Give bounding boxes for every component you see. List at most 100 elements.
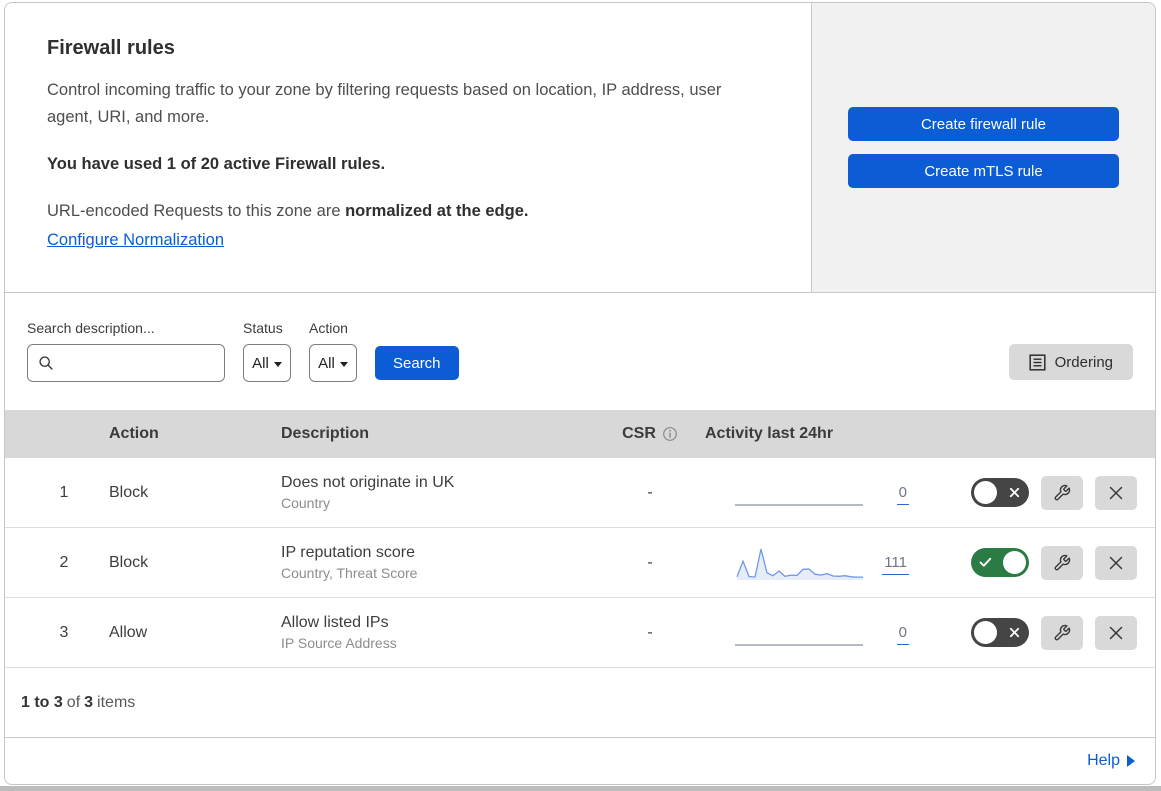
csr-header-label: CSR xyxy=(622,425,656,442)
page-description: Control incoming traffic to your zone by… xyxy=(47,81,722,126)
create-mtls-rule-button[interactable]: Create mTLS rule xyxy=(848,154,1119,188)
csr-column-header: CSR xyxy=(595,425,705,443)
search-field: Search description... xyxy=(27,320,225,382)
pagination-range: 1 to 3 xyxy=(21,693,63,711)
table-row: 3 Allow Allow listed IPs IP Source Addre… xyxy=(5,598,1155,668)
rule-description: Allow listed IPs xyxy=(281,614,389,631)
action-filter-dropdown[interactable]: All xyxy=(309,344,357,382)
pagination-summary: 1 to 3 of 3 items xyxy=(5,668,1155,738)
rule-fields: Country xyxy=(281,495,331,511)
delete-rule-button[interactable] xyxy=(1095,615,1137,650)
action-filter-field: Action All xyxy=(309,320,357,382)
rule-controls xyxy=(925,615,1155,650)
rule-activity-cell: 111 xyxy=(705,543,925,583)
pagination-items: items xyxy=(97,693,136,711)
rule-activity-cell: 0 xyxy=(705,613,925,653)
rule-number: 3 xyxy=(59,623,69,641)
rules-table: Action Description CSR Activity last 24h… xyxy=(5,410,1155,668)
activity-count-value: 111 xyxy=(882,554,909,575)
activity-column-header: Activity last 24hr xyxy=(705,425,834,442)
chevron-down-icon xyxy=(339,361,348,367)
normalization-note-text: URL-encoded Requests to this zone are xyxy=(47,202,346,220)
search-icon xyxy=(39,356,53,370)
ordering-button-label: Ordering xyxy=(1054,353,1113,371)
firewall-rules-panel: Firewall rules Control incoming traffic … xyxy=(4,2,1156,785)
activity-count-link[interactable]: 0 xyxy=(865,624,925,645)
chevron-down-icon xyxy=(273,361,282,367)
rule-description-cell: IP reputation score Country, Threat Scor… xyxy=(265,544,595,581)
filter-controls: Search description... Status All Action … xyxy=(27,320,459,382)
search-input[interactable] xyxy=(62,354,214,372)
normalization-note-bold: normalized at the edge. xyxy=(345,202,529,220)
status-filter-label: Status xyxy=(243,320,283,336)
rule-controls xyxy=(925,475,1155,510)
activity-sparkline xyxy=(735,613,865,653)
edit-rule-button[interactable] xyxy=(1041,475,1083,510)
rule-description-cell: Allow listed IPs IP Source Address xyxy=(265,614,595,651)
create-firewall-rule-button[interactable]: Create firewall rule xyxy=(848,107,1119,141)
rule-csr-value: - xyxy=(647,483,653,501)
wrench-icon xyxy=(1054,554,1071,570)
action-filter-label: Action xyxy=(309,320,348,336)
actions-panel: Create firewall rule Create mTLS rule xyxy=(811,3,1155,292)
pagination-total: 3 xyxy=(84,693,94,711)
activity-count-link[interactable]: 111 xyxy=(865,554,925,575)
search-input-box[interactable] xyxy=(27,344,225,382)
page-title: Firewall rules xyxy=(47,37,175,59)
help-bar: Help xyxy=(5,738,1155,784)
rule-action: Allow xyxy=(109,623,148,641)
search-button[interactable]: Search xyxy=(375,346,459,380)
activity-sparkline xyxy=(735,473,865,513)
action-filter-value: All xyxy=(318,354,335,372)
header-section: Firewall rules Control incoming traffic … xyxy=(5,3,1155,293)
usage-summary: You have used 1 of 20 active Firewall ru… xyxy=(47,155,386,173)
configure-normalization-link[interactable]: Configure Normalization xyxy=(47,231,224,249)
status-filter-field: Status All xyxy=(243,320,291,382)
description-column-header: Description xyxy=(281,425,370,442)
rule-fields: IP Source Address xyxy=(281,635,397,651)
status-filter-dropdown[interactable]: All xyxy=(243,344,291,382)
header-text-block: Firewall rules Control incoming traffic … xyxy=(5,3,811,292)
filter-bar: Search description... Status All Action … xyxy=(5,293,1155,410)
rule-csr-value: - xyxy=(647,623,653,641)
rule-description: IP reputation score xyxy=(281,544,416,561)
rule-description-cell: Does not originate in UK Country xyxy=(265,474,595,511)
rule-activity-cell: 0 xyxy=(705,473,925,513)
rule-action: Block xyxy=(109,483,149,501)
edit-rule-button[interactable] xyxy=(1041,545,1083,580)
rule-enabled-toggle[interactable] xyxy=(971,478,1029,507)
close-icon xyxy=(1109,556,1123,569)
activity-count-link[interactable]: 0 xyxy=(865,484,925,505)
close-icon xyxy=(1109,626,1123,639)
pagination-of: of xyxy=(66,693,81,711)
edit-rule-button[interactable] xyxy=(1041,615,1083,650)
rule-csr-value: - xyxy=(647,553,653,571)
delete-rule-button[interactable] xyxy=(1095,545,1137,580)
table-header-row: Action Description CSR Activity last 24h… xyxy=(5,410,1155,458)
wrench-icon xyxy=(1054,624,1071,640)
rule-action: Block xyxy=(109,553,149,571)
delete-rule-button[interactable] xyxy=(1095,475,1137,510)
search-label: Search description... xyxy=(27,320,155,336)
page-bottom-edge xyxy=(0,786,1161,791)
table-row: 2 Block IP reputation score Country, Thr… xyxy=(5,528,1155,598)
rule-number: 1 xyxy=(59,483,69,501)
rule-fields: Country, Threat Score xyxy=(281,565,418,581)
ordering-button[interactable]: Ordering xyxy=(1008,344,1133,380)
info-icon[interactable] xyxy=(662,426,678,442)
rule-enabled-toggle[interactable] xyxy=(971,618,1029,647)
rule-enabled-toggle[interactable] xyxy=(971,548,1029,577)
action-column-header: Action xyxy=(109,425,159,442)
rule-controls xyxy=(925,545,1155,580)
help-link-label: Help xyxy=(1087,752,1120,769)
rule-number: 2 xyxy=(59,553,69,571)
ordering-list-icon xyxy=(1029,353,1046,371)
activity-count-value: 0 xyxy=(896,484,909,505)
status-filter-value: All xyxy=(252,354,269,372)
close-icon xyxy=(1109,486,1123,499)
table-row: 1 Block Does not originate in UK Country… xyxy=(5,458,1155,528)
normalization-note: URL-encoded Requests to this zone are no… xyxy=(47,202,769,221)
rule-description: Does not originate in UK xyxy=(281,474,455,491)
help-link[interactable]: Help xyxy=(1087,752,1135,770)
activity-count-value: 0 xyxy=(896,624,909,645)
